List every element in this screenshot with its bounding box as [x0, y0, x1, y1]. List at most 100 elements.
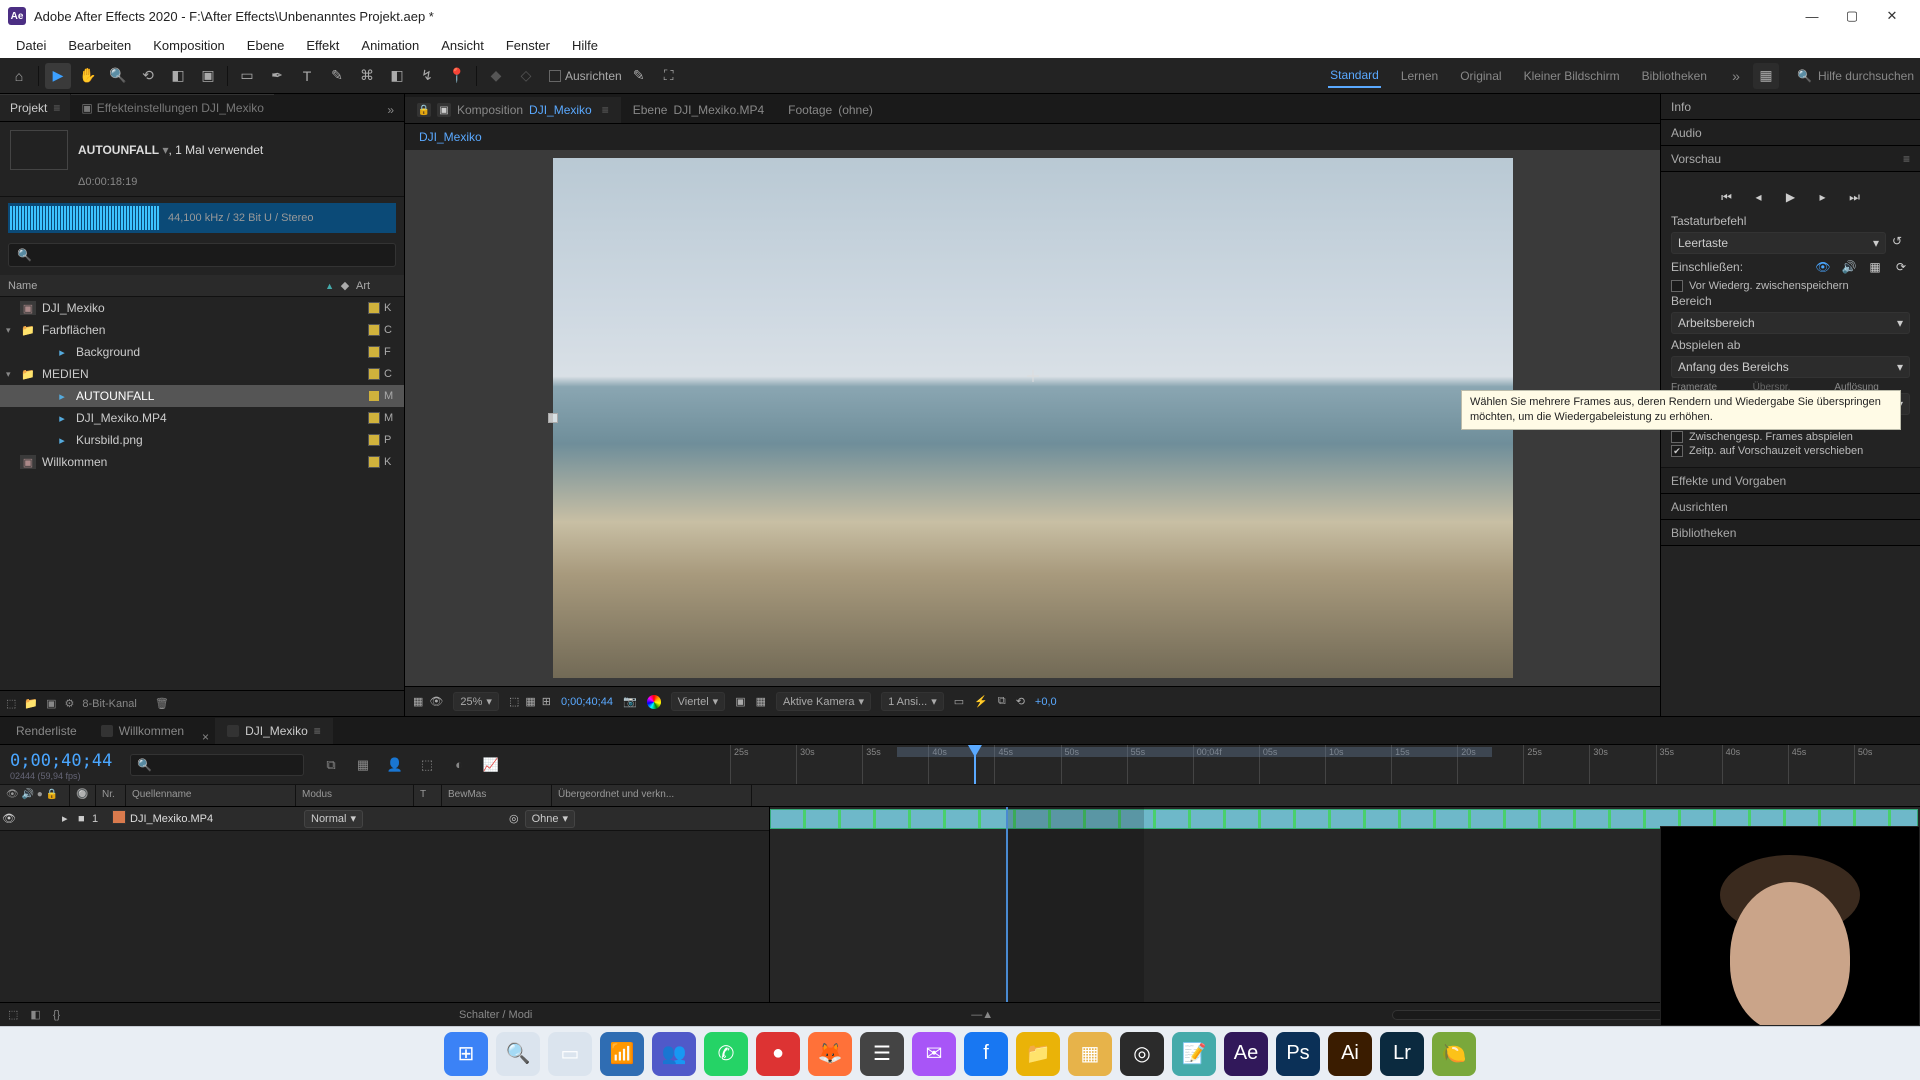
label-swatch[interactable]: [368, 324, 380, 336]
sort-icon[interactable]: ▲: [325, 281, 334, 291]
type-tool-icon[interactable]: T: [294, 63, 320, 89]
menu-ebene[interactable]: Ebene: [237, 34, 295, 57]
switches-modes-label[interactable]: Schalter / Modi: [459, 1009, 532, 1021]
include-audio-icon[interactable]: 🔊: [1840, 258, 1858, 276]
taskbar-lr-icon[interactable]: Lr: [1380, 1032, 1424, 1076]
camera-tool-icon[interactable]: ▣: [195, 63, 221, 89]
zoom-dropdown[interactable]: 25%▾: [453, 692, 499, 711]
first-frame-icon[interactable]: ⏮: [1718, 188, 1736, 206]
workspace-bibliotheken[interactable]: Bibliotheken: [1640, 65, 1709, 87]
close-button[interactable]: ✕: [1872, 0, 1912, 32]
draft3d-icon[interactable]: ▦: [352, 754, 374, 776]
menu-fenster[interactable]: Fenster: [496, 34, 560, 57]
taskbar-notepad-icon[interactable]: 📝: [1172, 1032, 1216, 1076]
interpret-icon[interactable]: ⬚: [6, 697, 16, 710]
timeline-timecode[interactable]: 0;00;40;44: [10, 751, 120, 771]
project-item[interactable]: ▸AUTOUNFALLM: [0, 385, 404, 407]
snap-opt2-icon[interactable]: ◇: [513, 63, 539, 89]
panel-menu-icon[interactable]: ≡: [1903, 152, 1910, 166]
new-folder-icon[interactable]: 📁: [24, 697, 38, 710]
comp-tab[interactable]: Footage (ohne): [776, 97, 885, 123]
maximize-button[interactable]: ▢: [1832, 0, 1872, 32]
taskbar-ae-icon[interactable]: Ae: [1224, 1032, 1268, 1076]
pen-tool-icon[interactable]: ✒: [264, 63, 290, 89]
color-mgmt-icon[interactable]: [647, 695, 661, 709]
flowchart-path[interactable]: DJI_Mexiko: [405, 124, 1660, 150]
timeline-tab[interactable]: DJI_Mexiko ≡: [215, 718, 333, 744]
taskbar-whatsapp-icon[interactable]: ✆: [704, 1032, 748, 1076]
shy-icon[interactable]: 👤: [384, 754, 406, 776]
toggle-switches-icon[interactable]: ⬚: [8, 1008, 18, 1021]
new-comp-icon[interactable]: ▣: [46, 697, 56, 710]
taskbar-app2-icon[interactable]: ☰: [860, 1032, 904, 1076]
parent-pickwhip-icon[interactable]: ◎: [509, 812, 519, 825]
taskbar-app4-icon[interactable]: 🍋: [1432, 1032, 1476, 1076]
menu-hilfe[interactable]: Hilfe: [562, 34, 608, 57]
tab-menu-icon[interactable]: ≡: [602, 103, 609, 117]
reset-shortcut-icon[interactable]: ↺: [1892, 234, 1910, 252]
loop-icon[interactable]: ⟳: [1892, 258, 1910, 276]
flowchart-icon[interactable]: ⟲: [1016, 695, 1025, 708]
project-item[interactable]: ▸DJI_Mexiko.MP4M: [0, 407, 404, 429]
taskbar-search-icon[interactable]: 🔍: [496, 1032, 540, 1076]
fast-preview-icon[interactable]: ⚡: [974, 695, 988, 708]
exposure-value[interactable]: +0,0: [1035, 696, 1057, 708]
roto-tool-icon[interactable]: ↯: [414, 63, 440, 89]
workspace-original[interactable]: Original: [1458, 65, 1503, 87]
label-swatch[interactable]: [368, 390, 380, 402]
guides-icon[interactable]: ⊞: [542, 695, 551, 708]
layer-row[interactable]: 👁 ▸ ■ 1 DJI_Mexiko.MP4 Normal ▾ ◎Ohne ▾: [0, 807, 769, 831]
snapping-icon[interactable]: ✎: [626, 63, 652, 89]
include-video-icon[interactable]: 👁: [1814, 258, 1832, 276]
taskbar-start-icon[interactable]: ⊞: [444, 1032, 488, 1076]
playfrom-dropdown[interactable]: Anfang des Bereichs▾: [1671, 356, 1910, 378]
snapshot-icon[interactable]: 📷: [623, 695, 637, 708]
selection-tool-icon[interactable]: ▶: [45, 63, 71, 89]
home-icon[interactable]: ⌂: [6, 63, 32, 89]
label-swatch[interactable]: [368, 456, 380, 468]
taskbar-teams-icon[interactable]: 👥: [652, 1032, 696, 1076]
project-search[interactable]: 🔍: [8, 243, 396, 267]
taskbar-ai-icon[interactable]: Ai: [1328, 1032, 1372, 1076]
time-ruler[interactable]: 25s30s35s40s45s50s55s00;04f05s10s15s20s2…: [730, 745, 1920, 784]
align-checkbox[interactable]: Ausrichten: [549, 69, 622, 83]
comp-tab[interactable]: Ebene DJI_Mexiko.MP4: [621, 97, 776, 123]
visibility-toggle-icon[interactable]: 👁: [0, 812, 18, 825]
project-tab[interactable]: Projekt≡: [0, 94, 70, 121]
comp-mini-flow-icon[interactable]: ⧉: [320, 754, 342, 776]
workspace-more-icon[interactable]: »: [1723, 63, 1749, 89]
taskbar-taskview-icon[interactable]: ▭: [548, 1032, 592, 1076]
clone-tool-icon[interactable]: ⌘: [354, 63, 380, 89]
col-name[interactable]: Name: [8, 280, 319, 292]
trash-icon[interactable]: 🗑: [155, 697, 169, 710]
timeline-search[interactable]: 🔍: [130, 754, 304, 776]
minimize-button[interactable]: —: [1792, 0, 1832, 32]
play-cached-checkbox[interactable]: Zwischengesp. Frames abspielen: [1671, 431, 1910, 443]
toggle-in-out-icon[interactable]: {}: [53, 1009, 60, 1021]
comp-tab[interactable]: 🔒▣Komposition DJI_Mexiko ≡: [405, 97, 621, 123]
view-dropdown[interactable]: Aktive Kamera▾: [776, 692, 871, 711]
prev-frame-icon[interactable]: ◂: [1750, 188, 1768, 206]
grid-icon[interactable]: ▦: [525, 695, 535, 708]
label-swatch[interactable]: [368, 412, 380, 424]
timeline-tab[interactable]: Willkommen: [89, 718, 196, 744]
taskbar-app1-icon[interactable]: ●: [756, 1032, 800, 1076]
label-swatch[interactable]: [368, 302, 380, 314]
workspace-kleiner-bildschirm[interactable]: Kleiner Bildschirm: [1522, 65, 1622, 87]
taskbar-app3-icon[interactable]: ▦: [1068, 1032, 1112, 1076]
bpc-label[interactable]: 8-Bit-Kanal: [82, 698, 136, 710]
zoom-tool-icon[interactable]: 🔍: [105, 63, 131, 89]
project-settings-icon[interactable]: ⚙: [65, 697, 75, 710]
project-item[interactable]: ▸BackgroundF: [0, 341, 404, 363]
tab-menu-icon[interactable]: ≡: [314, 724, 321, 738]
label-swatch[interactable]: [368, 346, 380, 358]
preview-panel-header[interactable]: Vorschau≡: [1661, 146, 1920, 172]
libraries-panel-header[interactable]: Bibliotheken: [1661, 520, 1920, 546]
effects-presets-header[interactable]: Effekte und Vorgaben: [1661, 468, 1920, 494]
current-time-indicator[interactable]: [974, 745, 976, 784]
pixel-aspect-icon[interactable]: ▭: [954, 695, 964, 708]
range-dropdown[interactable]: Arbeitsbereich▾: [1671, 312, 1910, 334]
menu-bearbeiten[interactable]: Bearbeiten: [58, 34, 141, 57]
snap-opt1-icon[interactable]: ◆: [483, 63, 509, 89]
hand-tool-icon[interactable]: ✋: [75, 63, 101, 89]
